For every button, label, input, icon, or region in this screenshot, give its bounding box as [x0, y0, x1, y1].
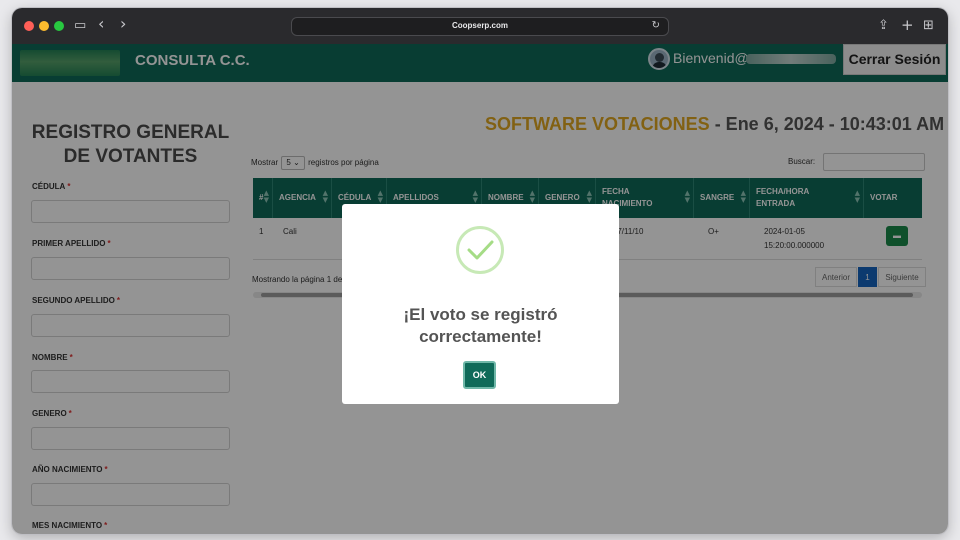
sidebar-toggle-icon[interactable]: ▭ [74, 17, 86, 35]
tab-overview-icon[interactable]: ⊞ [923, 17, 934, 35]
address-bar[interactable]: Coopserp.com ↻ [291, 17, 669, 36]
close-window-button[interactable] [24, 21, 34, 31]
back-icon[interactable]: ‹ [98, 15, 104, 33]
page-content: CONSULTA C.C. Bienvenid@ Cerrar Sesión R… [12, 44, 948, 534]
browser-toolbar: ▭ ‹ › Coopserp.com ↻ ⇪ + ⊞ [12, 8, 948, 44]
dialog-message: ¡El voto se registró correctamente! [403, 305, 558, 346]
browser-window: ▭ ‹ › Coopserp.com ↻ ⇪ + ⊞ CONSULTA C.C.… [12, 8, 948, 534]
ok-button[interactable]: OK [463, 361, 496, 389]
share-icon[interactable]: ⇪ [878, 17, 889, 35]
success-check-icon [456, 226, 504, 274]
maximize-window-button[interactable] [54, 21, 64, 31]
url-text: Coopserp.com [451, 21, 508, 30]
forward-icon[interactable]: › [120, 15, 126, 33]
success-dialog: ¡El voto se registró correctamente! OK [342, 204, 619, 404]
minimize-window-button[interactable] [39, 21, 49, 31]
reload-icon[interactable]: ↻ [652, 20, 660, 31]
new-tab-icon[interactable]: + [901, 16, 914, 34]
